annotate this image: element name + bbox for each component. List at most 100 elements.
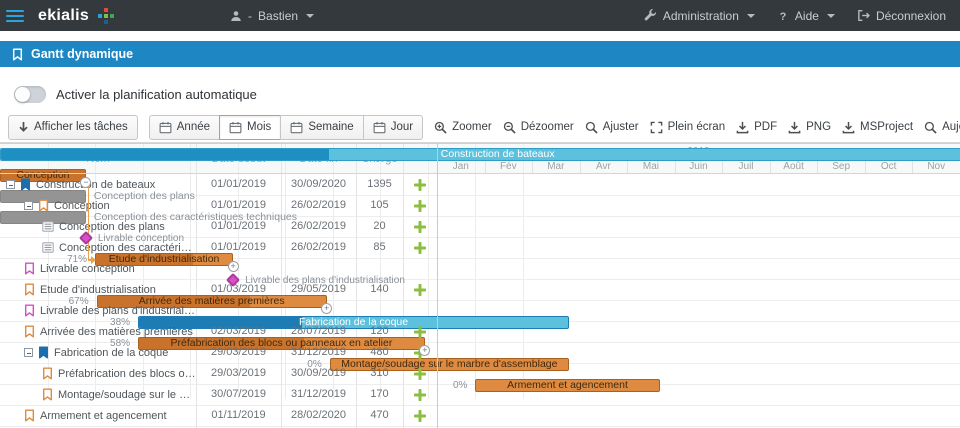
brand-logo[interactable]: ekialis — [38, 7, 89, 25]
hamburger-menu-icon[interactable] — [0, 0, 30, 31]
dependency-handle[interactable]: + — [227, 260, 239, 272]
bookmark-orange-icon — [42, 388, 53, 401]
expand-collapse-toggle[interactable] — [24, 201, 33, 210]
plus-icon — [414, 388, 426, 401]
download-icon — [842, 121, 855, 134]
dependency-handle[interactable]: + — [321, 302, 333, 314]
auto-planning-label: Activer la planification automatique — [56, 87, 257, 102]
task-row[interactable]: Conception des caractéristiques techniqu… — [0, 237, 437, 258]
task-row[interactable]: Préfabrication des blocs ou panneaux en … — [0, 363, 437, 384]
task-name-label: Etude d'industrialisation — [40, 283, 156, 296]
add-task-button[interactable] — [403, 195, 437, 216]
task-name-cell: Livrable conception — [0, 258, 196, 279]
page-header: Gantt dynamique — [0, 41, 960, 67]
toolbar-button-png[interactable]: PNG — [788, 121, 831, 134]
add-task-button[interactable] — [403, 237, 437, 258]
toolbar-button-label: PDF — [754, 121, 778, 133]
calendar-icon — [229, 121, 242, 134]
date-fin-cell: 28/07/2019 — [290, 325, 347, 337]
top-menu: Administration ? Aide Déconnexion — [644, 9, 960, 23]
timeline-month-label: Jan — [452, 161, 469, 172]
toolbar-button-aujourd-hui[interactable]: Aujourd'hui — [924, 121, 960, 134]
add-task-button[interactable] — [403, 216, 437, 237]
toolbar-button-pdf[interactable]: PDF — [736, 121, 777, 134]
task-name-label: Montage/soudage sur le marbre d'assembla… — [58, 388, 196, 401]
add-task-button[interactable] — [403, 279, 437, 300]
task-row[interactable]: Livrable des plans d'industrialisation — [0, 300, 437, 321]
toolbar-button-label: Aujourd'hui — [942, 121, 960, 133]
toolbar-button-mois[interactable]: Mois — [219, 114, 282, 140]
add-task-button[interactable] — [403, 174, 437, 195]
date-debut-cell — [196, 300, 281, 321]
toolbar-button-label: Jour — [390, 121, 414, 133]
auto-planning-toggle[interactable] — [14, 86, 46, 103]
timeline-month-label: Juil — [738, 161, 754, 172]
toolbar-button-msproject[interactable]: MSProject — [842, 121, 913, 134]
plus-icon — [414, 241, 426, 254]
expand-collapse-toggle[interactable] — [6, 180, 15, 189]
task-row[interactable]: Fabrication de la coque 29/03/2019 31/12/2… — [0, 342, 437, 363]
task-name-label: Armement et agencement — [40, 409, 167, 422]
toggle-knob — [15, 87, 30, 102]
charge-cell: 470 — [370, 409, 389, 421]
gantt-bar[interactable] — [475, 379, 660, 392]
timeline-month-label: Sep — [832, 161, 851, 172]
expand-collapse-toggle[interactable] — [24, 348, 33, 357]
plus-icon — [414, 367, 426, 380]
date-fin-cell: 26/02/2019 — [290, 199, 347, 211]
user-menu[interactable]: - Bastien — [230, 8, 315, 23]
toolbar-button-jour[interactable]: Jour — [362, 114, 424, 140]
toolbar-button-plein-ecran[interactable]: Plein écran — [650, 121, 726, 134]
add-task-button[interactable] — [403, 405, 437, 426]
task-name-cell: Construction de bateaux — [0, 174, 196, 195]
toolbar-button-label: Ajuster — [602, 121, 639, 133]
bookmark-blue-icon — [38, 346, 49, 359]
menu-administration[interactable]: Administration — [644, 9, 755, 23]
bookmark-pink-icon — [24, 304, 35, 317]
user-avatar-icon — [230, 10, 242, 22]
toolbar-button-label: PNG — [806, 121, 832, 133]
view-mode-group: Année Mois Semaine Jour — [148, 114, 424, 140]
task-row[interactable]: Armement et agencement 01/11/2019 28/02/20… — [0, 405, 437, 426]
toolbar-button-annee[interactable]: Année — [148, 114, 221, 140]
task-row[interactable]: Livrable conception — [0, 258, 437, 279]
toolbar-button-zoomer[interactable]: Zoomer — [434, 121, 492, 134]
search-icon — [585, 121, 598, 134]
toolbar-button-dezoomer[interactable]: Dézoomer — [503, 121, 574, 134]
toolbar-button-label: Plein écran — [667, 121, 726, 133]
add-task-button[interactable] — [403, 384, 437, 405]
menu-aide[interactable]: ? Aide — [777, 9, 835, 23]
add-task-button[interactable] — [403, 321, 437, 342]
chevron-down-icon — [826, 13, 835, 18]
bookmark-orange-icon — [24, 283, 35, 296]
menu-deconnexion[interactable]: Déconnexion — [857, 9, 946, 23]
task-row[interactable]: Arrivée des matières premières 02/03/2019… — [0, 321, 437, 342]
date-debut-cell: 01/01/2019 — [210, 220, 267, 232]
plus-icon — [414, 325, 426, 338]
date-fin-cell: 29/05/2019 — [290, 283, 347, 295]
task-row[interactable]: Etude d'industrialisation 01/03/2019 29/05… — [0, 279, 437, 300]
dependency-handle[interactable]: + — [419, 344, 431, 356]
app-root: ekialis - Bastien Administration ? Aide … — [0, 0, 960, 428]
toolbar-button-ajuster[interactable]: Ajuster — [585, 121, 639, 134]
date-fin-cell: 30/09/2019 — [290, 367, 347, 379]
help-icon: ? — [777, 10, 789, 22]
user-separator: - — [248, 8, 253, 23]
task-name-cell: Conception des caractéristiques techniqu… — [0, 237, 196, 258]
fullscreen-icon — [650, 121, 663, 134]
menu-deconnexion-label: Déconnexion — [875, 8, 946, 23]
task-row[interactable]: Conception 01/01/2019 26/02/2019 105 — [0, 195, 437, 216]
dependency-handle[interactable]: − — [80, 176, 92, 188]
task-row[interactable]: Conception des plans 01/01/2019 26/02/2019… — [0, 216, 437, 237]
task-row[interactable]: Montage/soudage sur le marbre d'assembla… — [0, 384, 437, 405]
add-task-button[interactable] — [403, 363, 437, 384]
toolbar-button-semaine[interactable]: Semaine — [280, 114, 364, 140]
date-debut-cell: 01/01/2019 — [210, 199, 267, 211]
toolbar-button-label: Zoomer — [452, 121, 492, 133]
task-row[interactable]: Construction de bateaux 01/01/2019 30/09/2… — [0, 174, 437, 195]
task-name-label: Construction de bateaux — [36, 178, 156, 191]
toolbar-button-label: Année — [176, 121, 211, 133]
toolbar-button-afficher-les-taches[interactable]: Afficher les tâches — [8, 114, 138, 140]
charge-cell: 310 — [370, 367, 389, 379]
logout-icon — [857, 9, 870, 22]
